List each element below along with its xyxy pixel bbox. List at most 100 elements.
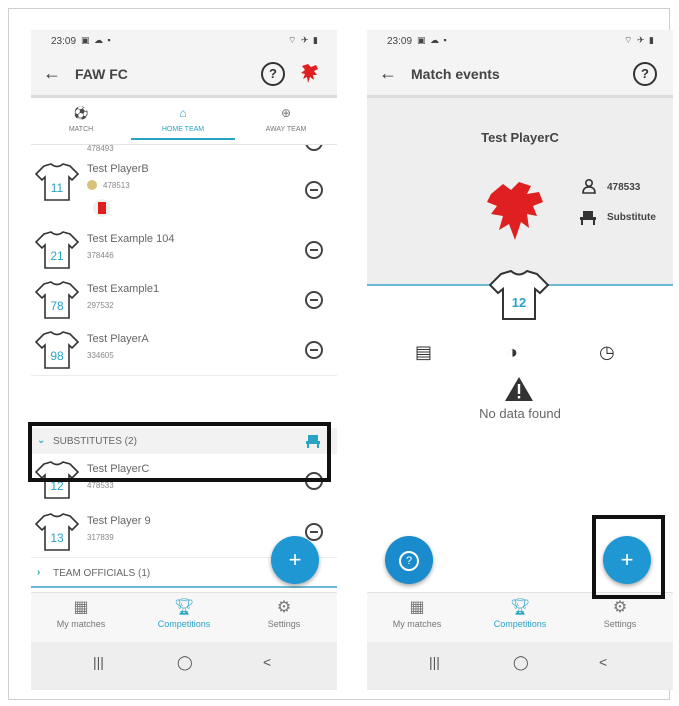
system-back-icon[interactable]: < <box>599 654 607 670</box>
shirt-number: 13 <box>50 531 64 545</box>
help-icon[interactable]: ? <box>261 62 285 86</box>
notification-icons: ▣ ☁ ▪ <box>417 35 448 45</box>
status-bar: 23:09 ▣ ☁ ▪ ⌔ ✈ ▮ <box>31 30 337 52</box>
bottom-navigation: ▦ My matches 🏆︎ Competitions ⚙ Settings <box>367 592 673 643</box>
player-row[interactable]: 21 Test Example 104 378446 <box>31 225 337 276</box>
player-id: 317839 <box>87 533 114 542</box>
player-row[interactable]: 11 Test PlayerB 478513 <box>31 155 337 226</box>
gear-icon: ⚙ <box>276 599 292 616</box>
remove-player-icon[interactable] <box>305 145 323 151</box>
bench-icon <box>580 211 596 225</box>
tab-away-team-label: AWAY TEAM <box>265 126 307 133</box>
shirt-number: 78 <box>50 299 64 313</box>
shirt-number: 21 <box>50 249 64 263</box>
system-status-icons: ⌔ ✈ ▮ <box>288 35 319 45</box>
help-icon[interactable]: ? <box>633 62 657 86</box>
player-name: Test Example 104 <box>87 233 175 245</box>
team-officials-header-label: TEAM OFFICIALS (1) <box>53 568 151 579</box>
status-time: 23:09 <box>51 36 77 47</box>
half-time-icon[interactable]: ◑ <box>507 342 518 363</box>
shirt-icon: 78 <box>35 281 79 319</box>
highlight-box-add-event <box>592 515 665 599</box>
tab-match-label: MATCH <box>68 126 94 133</box>
trophy-icon: 🏆︎ <box>509 599 531 616</box>
system-navigation-bar: ||| ◯ < <box>31 642 337 690</box>
shirt-icon: 13 <box>35 513 79 551</box>
tab-away-team[interactable]: ⊕ AWAY TEAM <box>235 98 337 144</box>
player-position: Substitute <box>607 212 656 223</box>
nav-competitions[interactable]: 🏆︎ Competitions <box>134 597 234 629</box>
shirt-number: 98 <box>50 349 64 363</box>
remove-player-icon[interactable] <box>305 341 323 359</box>
nav-settings[interactable]: ⚙ Settings <box>234 597 334 629</box>
tab-home-team[interactable]: ⌂ HOME TEAM <box>131 98 235 144</box>
welsh-dragon-crest-icon <box>487 182 543 240</box>
status-bar: 23:09 ▣ ☁ ▪ ⌔ ✈ ▮ <box>367 30 673 52</box>
page-title: FAW FC <box>75 66 128 82</box>
red-card-icon <box>93 199 111 217</box>
remove-player-icon[interactable] <box>305 291 323 309</box>
system-navigation-bar: ||| ◯ < <box>367 642 673 690</box>
player-id: 297532 <box>87 301 114 310</box>
shirt-icon: 11 <box>35 163 79 201</box>
remove-player-icon[interactable] <box>305 523 323 541</box>
nav-my-matches-label: My matches <box>392 619 442 629</box>
player-id: 478533 <box>87 481 114 490</box>
nav-settings-label: Settings <box>267 619 301 629</box>
shirt-icon: 98 <box>35 331 79 369</box>
clock-icon[interactable]: ◷ <box>599 342 615 363</box>
home-circle-icon[interactable]: ◯ <box>177 654 193 671</box>
welsh-dragon-crest-icon <box>301 64 318 83</box>
nav-competitions[interactable]: 🏆︎ Competitions <box>470 597 570 629</box>
tab-match[interactable]: ⚽ MATCH <box>31 98 131 144</box>
shirt-number: 11 <box>51 181 64 195</box>
player-id: 378446 <box>87 251 114 260</box>
system-back-icon[interactable]: < <box>263 654 271 670</box>
person-icon <box>582 178 596 194</box>
grid-calendar-icon: ▦ <box>409 599 425 616</box>
help-icon: ? <box>399 551 419 572</box>
nav-my-matches[interactable]: ▦ My matches <box>31 597 131 629</box>
player-header: Test PlayerC 478533 Substitute <box>367 98 673 286</box>
calendar-icon[interactable]: ▤ <box>415 342 432 363</box>
page-title: Match events <box>411 66 500 82</box>
player-row[interactable]: 78 Test Example1 297532 <box>31 275 337 326</box>
nav-competitions-label: Competitions <box>157 619 211 629</box>
team-tabs: ⚽ MATCH ⌂ HOME TEAM ⊕ AWAY TEAM <box>31 98 337 145</box>
empty-state-message: No data found <box>479 406 561 421</box>
player-name: Test Example1 <box>87 283 160 295</box>
shirt-icon: 12 <box>489 270 549 320</box>
remove-player-icon[interactable] <box>305 241 323 259</box>
team-screen: 23:09 ▣ ☁ ▪ ⌔ ✈ ▮ ← FAW FC ? ⚽ MATCH ⌂ H… <box>31 30 337 690</box>
nav-competitions-label: Competitions <box>493 619 547 629</box>
trophy-icon: 🏆︎ <box>173 599 195 616</box>
player-id: 478493 <box>87 145 114 153</box>
yellow-card-indicator-icon <box>87 180 97 190</box>
add-button[interactable]: + <box>271 536 319 584</box>
recent-apps-icon[interactable]: ||| <box>93 654 104 670</box>
warning-icon <box>505 377 533 401</box>
player-list: 478493 11 Test PlayerB 478513 21 Test Ex… <box>31 145 337 593</box>
player-name: Test PlayerB <box>87 163 149 175</box>
back-arrow-icon[interactable]: ← <box>43 63 61 84</box>
app-bar: ← FAW FC ? <box>31 52 337 98</box>
player-row[interactable]: 98 Test PlayerA 334605 <box>31 325 337 376</box>
recent-apps-icon[interactable]: ||| <box>429 654 440 670</box>
system-status-icons: ⌔ ✈ ▮ <box>624 35 655 45</box>
back-arrow-icon[interactable]: ← <box>379 63 397 84</box>
nav-settings-label: Settings <box>603 619 637 629</box>
highlight-box-substitute <box>28 422 331 482</box>
remove-player-icon[interactable] <box>305 181 323 199</box>
grid-calendar-icon: ▦ <box>73 599 89 616</box>
player-name: Test PlayerC <box>481 130 559 145</box>
chevron-right-icon: › <box>37 567 41 578</box>
bottom-navigation: ▦ My matches 🏆︎ Competitions ⚙ Settings <box>31 592 337 643</box>
nav-my-matches[interactable]: ▦ My matches <box>367 597 467 629</box>
nav-settings[interactable]: ⚙ Settings <box>570 597 670 629</box>
home-circle-icon[interactable]: ◯ <box>513 654 529 671</box>
status-time: 23:09 <box>387 36 413 47</box>
player-name: Test PlayerA <box>87 333 149 345</box>
help-fab-button[interactable]: ? <box>385 536 433 584</box>
shirt-icon: 21 <box>35 231 79 269</box>
notification-icons: ▣ ☁ ▪ <box>81 35 112 45</box>
